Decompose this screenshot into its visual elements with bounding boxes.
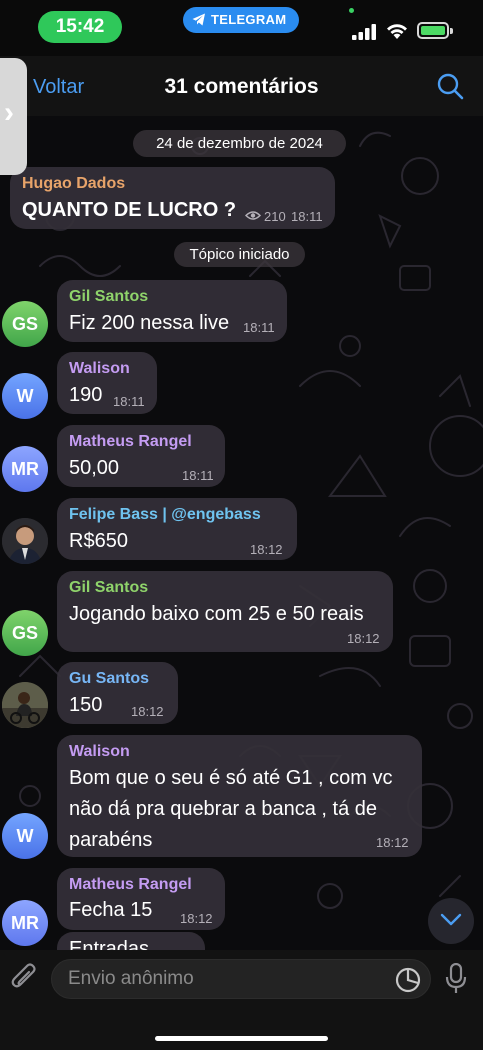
message-bubble[interactable]: Gil Santos Jogando baixo com 25 e 50 rea… — [57, 571, 393, 652]
message-author[interactable]: Gil Santos — [69, 288, 148, 306]
avatar[interactable]: MR — [2, 900, 48, 946]
battery-icon — [417, 22, 449, 39]
message-input[interactable]: Envio anônimo — [51, 959, 431, 999]
message-time: 18:11 — [243, 320, 275, 335]
search-icon[interactable] — [436, 72, 464, 100]
person-photo-icon — [2, 518, 48, 564]
chevron-down-icon — [440, 913, 462, 926]
message-author[interactable]: Walison — [69, 360, 130, 378]
message-author[interactable]: Gu Santos — [69, 670, 149, 688]
message-text: R$650 — [69, 530, 128, 552]
avatar-photo[interactable] — [2, 518, 48, 564]
message-text: 150 — [69, 694, 103, 716]
avatar[interactable]: GS — [2, 301, 48, 347]
sticker-icon[interactable] — [395, 967, 421, 993]
message-text-line: Bom que o seu é só até G1 , com vc — [69, 767, 393, 789]
microphone-icon[interactable] — [445, 963, 467, 995]
message-bubble[interactable]: Walison Bom que o seu é só até G1 , com … — [57, 735, 422, 857]
avatar[interactable]: W — [2, 373, 48, 419]
post-bubble[interactable]: Hugao Dados QUANTO DE LUCRO ? 210 18:11 — [10, 167, 335, 229]
paperclip-icon[interactable] — [10, 962, 40, 994]
message-bubble[interactable]: Matheus Rangel 50,00 18:11 — [57, 425, 225, 487]
message-time: 18:11 — [113, 394, 145, 409]
message-text: Jogando baixo com 25 e 50 reais — [69, 603, 364, 625]
message-bubble[interactable]: Felipe Bass | @engebass R$650 18:12 — [57, 498, 297, 560]
message-time: 18:11 — [182, 468, 214, 483]
chevron-right-icon: › — [4, 96, 14, 129]
telegram-icon — [192, 13, 205, 26]
cellular-signal-icon — [352, 24, 376, 40]
telegram-return-pill[interactable]: TELEGRAM — [183, 7, 299, 33]
avatar[interactable]: GS — [2, 610, 48, 656]
message-bubble[interactable]: Entradas — [57, 932, 205, 950]
message-text: Entradas — [69, 938, 150, 950]
date-separator: 24 de dezembro de 2024 — [133, 130, 346, 157]
avatar-photo[interactable] — [2, 682, 48, 728]
message-bubble[interactable]: Matheus Rangel Fecha 15 18:12 — [57, 868, 225, 930]
message-author[interactable]: Felipe Bass | @engebass — [69, 506, 261, 524]
scroll-to-bottom-button[interactable] — [428, 898, 474, 944]
message-text: Fecha 15 — [69, 899, 153, 921]
message-time: 18:12 — [131, 704, 164, 719]
post-views: 210 — [264, 209, 286, 224]
person-photo-icon — [2, 682, 48, 728]
battery-tip — [450, 28, 453, 34]
privacy-indicator-dot — [349, 8, 354, 13]
message-text: 50,00 — [69, 457, 120, 479]
message-author[interactable]: Gil Santos — [69, 579, 148, 597]
status-time[interactable]: 15:42 — [38, 11, 122, 43]
message-author[interactable]: Matheus Rangel — [69, 433, 192, 451]
avatar[interactable]: W — [2, 813, 48, 859]
message-time: 18:12 — [347, 631, 380, 646]
topic-started-label: Tópico iniciado — [174, 242, 305, 267]
home-indicator — [155, 1036, 328, 1041]
message-time: 18:12 — [250, 542, 283, 557]
message-text: 190 — [69, 384, 103, 406]
message-bubble[interactable]: Gil Santos Fiz 200 nessa live 18:11 — [57, 280, 287, 342]
views-eye-icon — [245, 211, 261, 220]
side-panel-tab[interactable]: › — [0, 58, 27, 175]
message-author[interactable]: Matheus Rangel — [69, 876, 192, 894]
message-time: 18:12 — [376, 835, 409, 850]
message-text: Fiz 200 nessa live — [69, 312, 230, 334]
message-text-line: não dá pra quebrar a banca , tá de — [69, 798, 378, 820]
post-time: 18:11 — [291, 209, 323, 224]
wifi-icon — [387, 24, 407, 39]
message-bubble[interactable]: Walison 190 18:11 — [57, 352, 157, 414]
telegram-label: TELEGRAM — [211, 12, 287, 27]
message-text-line: parabéns — [69, 829, 153, 851]
message-author[interactable]: Walison — [69, 743, 130, 761]
avatar[interactable]: MR — [2, 446, 48, 492]
post-author[interactable]: Hugao Dados — [22, 175, 125, 193]
post-text: QUANTO DE LUCRO ? — [22, 199, 237, 221]
status-bar: 15:42 TELEGRAM — [0, 0, 483, 56]
page-title: 31 comentários — [164, 75, 319, 98]
chat-area[interactable]: 24 de dezembro de 2024 Hugao Dados QUANT… — [0, 116, 483, 950]
message-bubble[interactable]: Gu Santos 150 18:12 — [57, 662, 178, 724]
message-time: 18:12 — [180, 911, 213, 926]
